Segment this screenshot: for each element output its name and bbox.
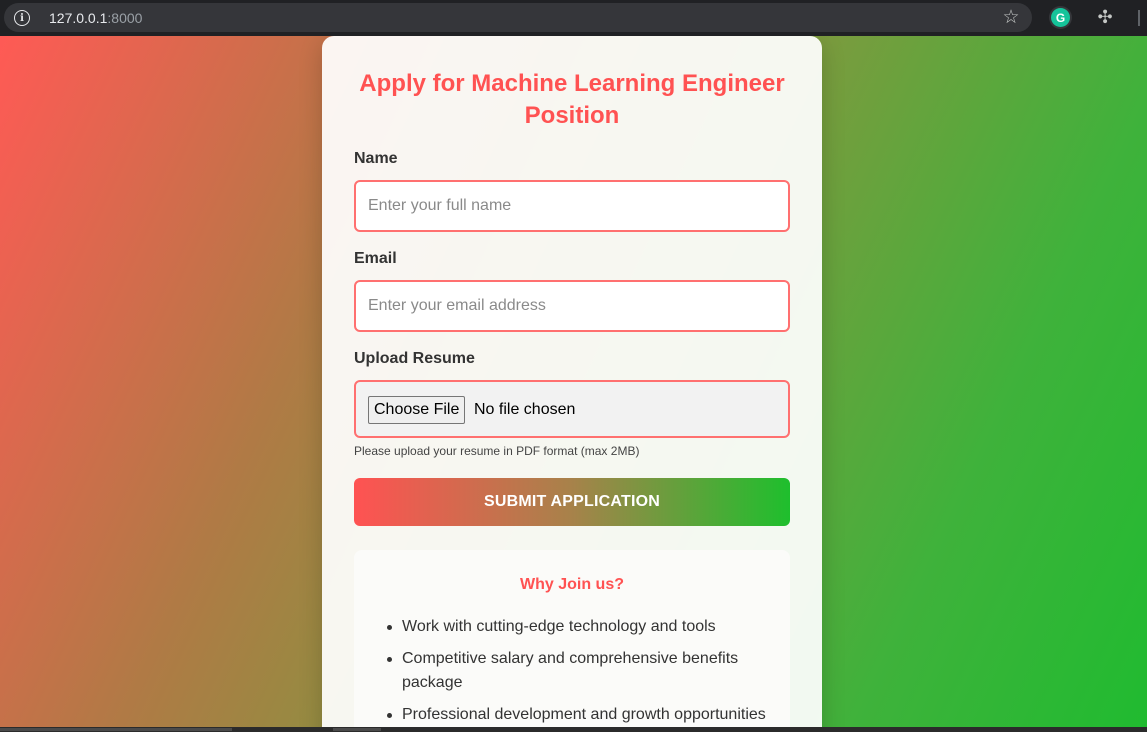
browser-toolbar: i 127.0.0.1:8000 ☆ G ✣: [0, 0, 1147, 36]
taskbar-segment: [0, 728, 232, 731]
list-item: Competitive salary and comprehensive ben…: [387, 647, 772, 695]
benefits-list: Work with cutting-edge technology and to…: [387, 615, 772, 727]
file-status-text: No file chosen: [474, 401, 576, 418]
page-viewport: Apply for Machine Learning Engineer Posi…: [0, 36, 1147, 727]
list-item: Professional development and growth oppo…: [387, 703, 772, 727]
resume-label: Upload Resume: [354, 350, 475, 367]
resume-file-input[interactable]: Choose File No file chosen: [354, 380, 790, 438]
extensions-puzzle-icon[interactable]: ✣: [1094, 6, 1116, 28]
email-input[interactable]: [354, 280, 790, 332]
bookmark-star-icon[interactable]: ☆: [1000, 7, 1022, 29]
name-label: Name: [354, 150, 398, 167]
submit-application-button[interactable]: SUBMIT APPLICATION: [354, 478, 790, 526]
info-icon[interactable]: i: [14, 10, 30, 26]
resume-hint: Please upload your resume in PDF format …: [354, 444, 640, 458]
url-host: 127.0.0.1: [49, 10, 108, 26]
taskbar-segment: [333, 728, 381, 731]
choose-file-button[interactable]: Choose File: [368, 396, 466, 424]
taskbar-strip: [0, 727, 1147, 732]
application-card: Apply for Machine Learning Engineer Posi…: [322, 36, 822, 727]
grammarly-extension-icon[interactable]: G: [1051, 8, 1070, 27]
name-input[interactable]: [354, 180, 790, 232]
why-join-section: Why Join us? Work with cutting-edge tech…: [354, 550, 790, 727]
url-text[interactable]: 127.0.0.1:8000: [49, 10, 142, 26]
why-join-title: Why Join us?: [520, 576, 624, 593]
page-title: Apply for Machine Learning Engineer Posi…: [359, 70, 785, 129]
address-bar[interactable]: i 127.0.0.1:8000 ☆: [4, 3, 1032, 32]
toolbar-divider: [1138, 10, 1140, 26]
url-port: :8000: [107, 10, 143, 26]
list-item: Work with cutting-edge technology and to…: [387, 615, 772, 639]
email-label: Email: [354, 250, 397, 267]
